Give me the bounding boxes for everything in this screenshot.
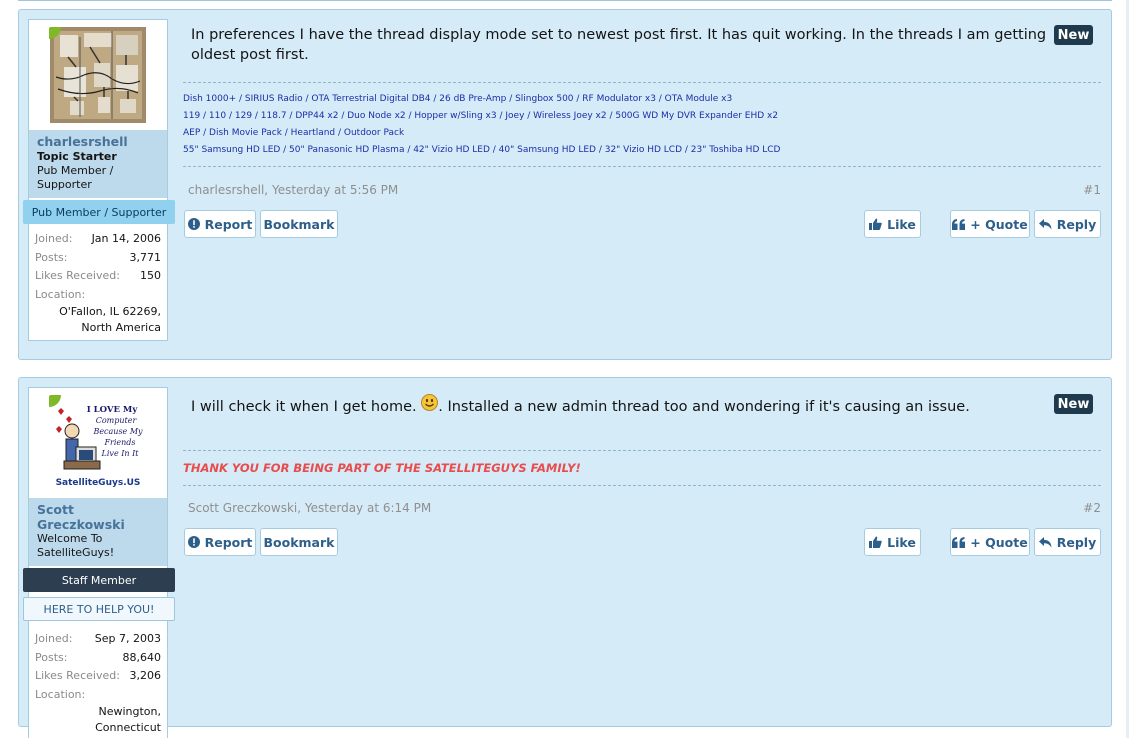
bookmark-button[interactable]: Bookmark: [260, 210, 338, 238]
post-actions: Report Bookmark Like + Quote Reply: [184, 210, 1101, 238]
location-label: Location:: [35, 287, 86, 301]
post-1: charlesrshell Topic Starter Pub Member /…: [18, 9, 1112, 360]
user-banner-supporter: Pub Member / Supporter: [23, 200, 175, 224]
message-text: I will check it when I get home. . Insta…: [191, 394, 1051, 417]
username[interactable]: Scott Greczkowski: [37, 502, 159, 532]
posts-value[interactable]: 3,771: [130, 249, 162, 268]
avatar-container: I LOVE My Computer Because My Friends Li…: [29, 388, 167, 498]
reply-arrow-icon: [1038, 536, 1052, 548]
joined-label: Joined:: [35, 632, 73, 645]
smiley-icon: [421, 394, 439, 411]
report-button[interactable]: Report: [184, 528, 256, 556]
post-2: I LOVE My Computer Because My Friends Li…: [18, 377, 1112, 738]
message-text-part: I will check it when I get home.: [191, 399, 417, 415]
report-button[interactable]: Report: [184, 210, 256, 238]
user-banner-staff: Staff Member: [23, 568, 175, 592]
joined-value: Jan 14, 2006: [91, 232, 161, 245]
quote-label: + Quote: [970, 216, 1028, 232]
location-label: Location:: [35, 687, 86, 701]
signature-text: THANK YOU FOR BEING PART OF THE SATELLIT…: [183, 461, 581, 475]
avatar-text: Because My: [92, 427, 143, 436]
signature-line: 55" Samsung HD LED / 50" Panasonic HD Pl…: [183, 145, 781, 155]
user-title: Pub Member / Supporter: [37, 164, 114, 191]
post-permalink[interactable]: #1: [1083, 183, 1101, 197]
posts-label: Posts:: [35, 250, 68, 264]
new-badge: New: [1054, 25, 1093, 45]
post-actions: Report Bookmark Like + Quote Reply: [184, 528, 1101, 556]
post-meta: Scott Greczkowski, Yesterday at 6:14 PM …: [188, 501, 1101, 515]
location-value[interactable]: Newington, Connecticut: [35, 704, 161, 736]
posts-value[interactable]: 88,640: [123, 649, 162, 668]
post-date-link[interactable]: Yesterday at 5:56 PM: [272, 183, 398, 197]
username[interactable]: charlesrshell: [37, 134, 159, 149]
avatar-text: SatelliteGuys.US: [56, 478, 141, 488]
posts-label: Posts:: [35, 650, 68, 664]
likes-value: 150: [140, 269, 161, 282]
like-button[interactable]: Like: [864, 528, 921, 556]
like-label: Like: [887, 216, 916, 232]
post-date-link[interactable]: Yesterday at 6:14 PM: [305, 501, 431, 515]
signature: THANK YOU FOR BEING PART OF THE SATELLIT…: [183, 450, 1101, 486]
user-card: charlesrshell Topic Starter Pub Member /…: [23, 19, 175, 341]
reply-label: Reply: [1056, 216, 1097, 232]
message-text-part: . Installed a new admin thread too and w…: [438, 399, 970, 415]
report-label: Report: [204, 534, 253, 550]
user-card: I LOVE My Computer Because My Friends Li…: [23, 387, 175, 738]
avatar-text: Friends: [103, 438, 135, 447]
avatar[interactable]: [50, 27, 146, 123]
avatar-text: Live In It: [101, 449, 140, 458]
joined-label: Joined:: [35, 232, 73, 245]
likes-value: 3,206: [129, 669, 162, 682]
user-title: Welcome To SatelliteGuys!: [37, 532, 115, 559]
joined-value: Sep 7, 2003: [94, 632, 161, 645]
reply-arrow-icon: [1038, 218, 1052, 230]
reply-button[interactable]: Reply: [1034, 528, 1101, 556]
user-extra-info: Joined: Sep 7, 2003 Posts: 88,640 Likes Re…: [29, 626, 167, 738]
post-meta: charlesrshell, Yesterday at 5:56 PM #1: [188, 183, 1101, 197]
post-permalink[interactable]: #2: [1083, 501, 1101, 515]
reply-label: Reply: [1056, 534, 1097, 550]
user-info: charlesrshell Topic Starter Pub Member /…: [29, 130, 167, 198]
post-author-link[interactable]: charlesrshell,: [188, 183, 268, 197]
message-text: In preferences I have the thread display…: [191, 27, 1047, 63]
bookmark-button[interactable]: Bookmark: [260, 528, 338, 556]
signature: Dish 1000+ / SIRIUS Radio / OTA Terrestr…: [183, 82, 1101, 167]
reply-button[interactable]: Reply: [1034, 210, 1101, 238]
thumbs-up-icon: [869, 536, 882, 548]
quote-icon: [952, 536, 966, 548]
like-button[interactable]: Like: [864, 210, 921, 238]
signature-line: Dish 1000+ / SIRIUS Radio / OTA Terrestr…: [183, 94, 733, 104]
quote-button[interactable]: + Quote: [950, 528, 1030, 556]
report-label: Report: [204, 216, 253, 232]
bookmark-label: Bookmark: [263, 216, 335, 232]
signature-line: AEP / Dish Movie Pack / Heartland / Outd…: [183, 128, 405, 138]
warning-circle-icon: [187, 536, 200, 548]
warning-circle-icon: [187, 218, 200, 230]
signature-line: 119 / 110 / 129 / 118.7 / DPP44 x2 / Duo…: [183, 111, 779, 121]
quote-label: + Quote: [970, 534, 1028, 550]
quote-button[interactable]: + Quote: [950, 210, 1030, 238]
avatar-container: [29, 20, 167, 130]
post-author-link[interactable]: Scott Greczkowski,: [188, 501, 301, 515]
thumbs-up-icon: [869, 218, 882, 230]
new-badge: New: [1054, 394, 1093, 414]
user-banner-help: HERE TO HELP YOU!: [23, 597, 175, 621]
quote-icon: [952, 218, 966, 230]
likes-label: Likes Received:: [35, 269, 120, 282]
avatar[interactable]: I LOVE My Computer Because My Friends Li…: [50, 395, 146, 491]
avatar-text: I LOVE My: [87, 405, 139, 415]
location-value[interactable]: O'Fallon, IL 62269, North America: [35, 304, 161, 336]
avatar-text: Computer: [96, 416, 138, 425]
top-edge-line: [18, 0, 1112, 1]
likes-label: Likes Received:: [35, 669, 120, 682]
like-label: Like: [887, 534, 916, 550]
topic-starter-label: Topic Starter: [37, 150, 117, 163]
user-extra-info: Joined: Jan 14, 2006 Posts: 3,771 Likes Re…: [29, 226, 167, 340]
user-info: Scott Greczkowski Welcome To SatelliteGu…: [29, 498, 167, 566]
bookmark-label: Bookmark: [263, 534, 335, 550]
